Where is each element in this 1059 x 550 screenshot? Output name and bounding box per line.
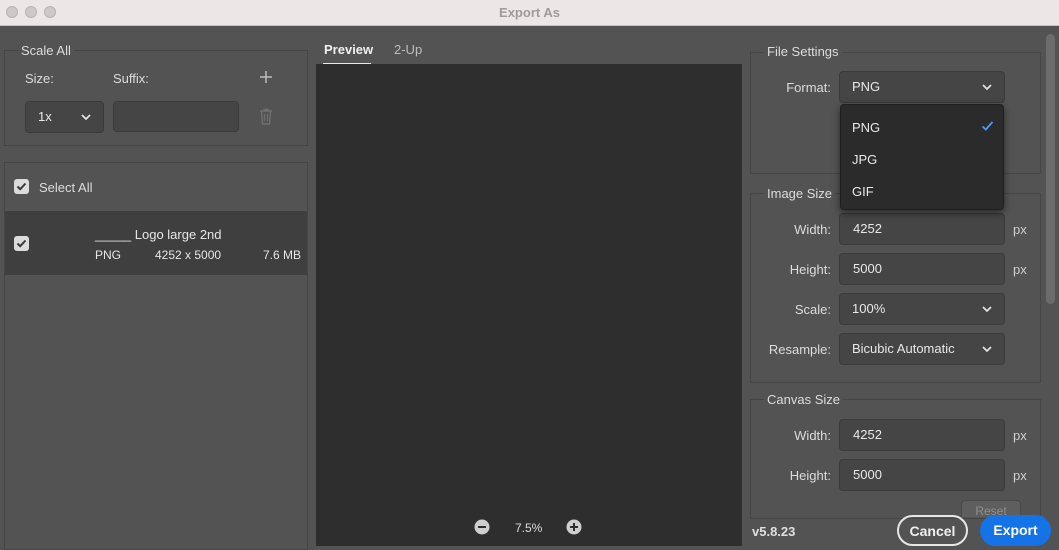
cancel-button[interactable]: Cancel [897,515,968,546]
size-select-value: 1x [38,109,52,124]
suffix-label: Suffix: [113,71,149,86]
zoom-out-icon[interactable] [474,519,490,535]
resample-select[interactable]: Bicubic Automatic [839,333,1005,365]
asset-format: PNG [95,248,122,262]
scale-all-legend: Scale All [18,43,74,58]
asset-dimensions: 4252 x 5000 [155,248,222,262]
select-all-checkbox[interactable] [14,179,29,194]
canvas-width-input[interactable]: 4252 [839,419,1005,451]
chevron-down-icon [982,306,992,313]
format-option-gif[interactable]: GIF [852,184,874,199]
image-width-unit: px [1013,222,1027,237]
resample-label: Resample: [768,342,831,357]
checkmark-icon [16,182,27,191]
format-option-jpg[interactable]: JPG [852,152,877,167]
settings-scrollbar[interactable] [1046,34,1055,304]
resample-select-value: Bicubic Automatic [852,341,955,356]
canvas-height-unit: px [1013,468,1027,483]
chevron-down-icon [982,346,992,353]
image-height-unit: px [1013,262,1027,277]
canvas-height-input[interactable]: 5000 [839,459,1005,491]
scale-label: Scale: [794,302,831,317]
asset-name: _____ Logo large 2nd [95,227,222,242]
size-select[interactable]: 1x [25,101,104,133]
image-width-input[interactable]: 4252 [839,213,1005,245]
format-select-value: PNG [852,79,881,94]
format-label: Format: [786,80,831,95]
format-dropdown-menu: PNG JPG GIF [840,104,1004,210]
image-height-label: Height: [789,262,831,277]
version-label: v5.8.23 [752,524,796,539]
chevron-down-icon [81,114,91,121]
asset-file-size: 7.6 MB [263,248,302,262]
chevron-down-icon [982,84,992,91]
format-select[interactable]: PNG [839,71,1005,103]
tab-2-up[interactable]: 2-Up [394,42,422,57]
add-scale-icon[interactable] [259,70,273,84]
select-all-label: Select All [39,180,93,195]
preview-canvas [316,64,742,546]
asset-row[interactable]: _____ Logo large 2nd PNG 4252 x 5000 7.6… [5,211,307,275]
trash-icon[interactable] [259,108,273,125]
image-width-label: Width: [794,222,831,237]
file-settings-legend: File Settings [764,44,842,59]
image-height-input[interactable]: 5000 [839,253,1005,285]
canvas-height-label: Height: [789,468,831,483]
checkmark-icon [981,121,994,131]
zoom-in-icon[interactable] [566,519,582,535]
canvas-size-legend: Canvas Size [764,392,843,407]
tab-preview[interactable]: Preview [324,42,373,57]
window-title: Export As [499,5,560,20]
checkmark-icon [16,239,27,248]
asset-checkbox[interactable] [14,236,29,251]
canvas-width-unit: px [1013,428,1027,443]
title-bar: Export As [0,0,1059,26]
format-option-png[interactable]: PNG [852,120,880,135]
zoom-level: 7.5% [515,521,543,535]
size-label: Size: [25,71,54,86]
image-size-legend: Image Size [764,186,836,201]
export-button[interactable]: Export [980,515,1051,546]
scale-select[interactable]: 100% [839,293,1005,325]
scale-select-value: 100% [852,301,886,316]
suffix-input[interactable] [113,101,239,132]
canvas-width-label: Width: [794,428,831,443]
